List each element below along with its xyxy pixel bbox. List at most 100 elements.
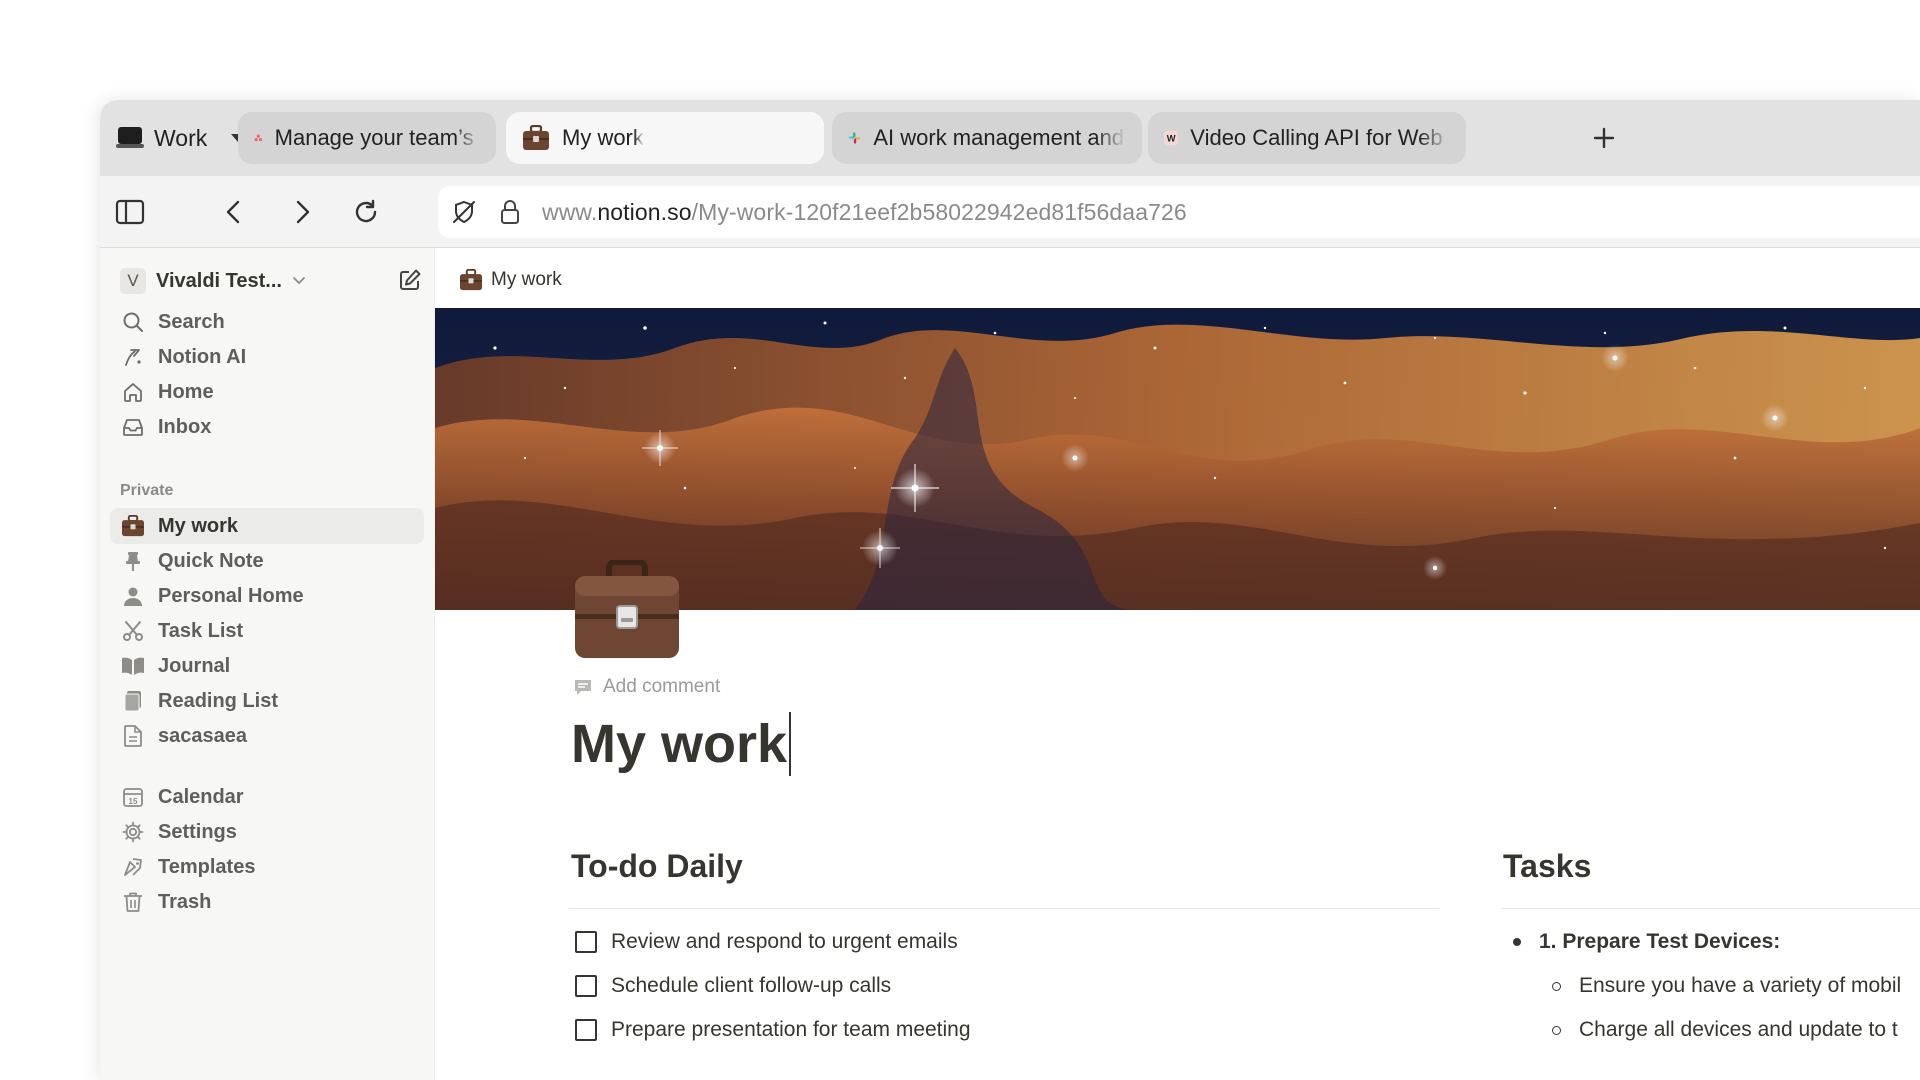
- todo-item[interactable]: Schedule client follow-up calls: [575, 968, 891, 1004]
- reload-icon: [355, 199, 377, 223]
- add-comment-label: Add comment: [603, 676, 721, 697]
- sidebar-item-quick-note[interactable]: Quick Note: [110, 543, 424, 579]
- todo-checkbox[interactable]: [575, 931, 597, 953]
- sidebar-item-label: sacasaea: [158, 724, 247, 747]
- back-button[interactable]: [216, 194, 252, 230]
- sidebar-item-calendar[interactable]: 15 Calendar: [110, 779, 424, 815]
- sidebar-item-personal-home[interactable]: Personal Home: [110, 578, 424, 614]
- briefcase-icon: [523, 125, 549, 150]
- workspace-switcher[interactable]: Work: [116, 114, 246, 162]
- sidebar-item-label: Home: [158, 380, 214, 403]
- sidebar-item-trash[interactable]: Trash: [110, 884, 424, 920]
- inbox-icon: [120, 414, 146, 440]
- breadcrumb[interactable]: My work: [459, 262, 562, 298]
- sidebar-item-label: Search: [158, 310, 225, 333]
- sidebar-item-label: My work: [158, 514, 239, 537]
- sidebar-item-label: Journal: [158, 654, 231, 677]
- sidebar-item-reading-list[interactable]: Reading List: [110, 683, 424, 719]
- briefcase-icon: [575, 559, 679, 658]
- task-subitem[interactable]: Ensure you have a variety of mobil: [1552, 968, 1901, 1004]
- sidebar-item-label: Quick Note: [158, 549, 264, 572]
- sidebar-item-label: Templates: [158, 855, 256, 878]
- todo-text: Review and respond to urgent emails: [611, 930, 958, 953]
- notion-sidebar: V Vivaldi Test... Search Notion AI Home …: [100, 248, 435, 1080]
- sidebar-item-my-work[interactable]: My work: [110, 508, 424, 544]
- sidebar-item-inbox[interactable]: Inbox: [110, 409, 424, 445]
- task-subitem-text: Ensure you have a variety of mobil: [1579, 974, 1902, 997]
- notion-ai-icon: [120, 344, 146, 370]
- sidebar-item-label: Calendar: [158, 785, 244, 808]
- new-page-button[interactable]: [398, 268, 422, 297]
- whereby-icon: W: [1164, 130, 1179, 146]
- todo-heading[interactable]: To-do Daily: [571, 848, 743, 885]
- bullet-ring: [1552, 1025, 1561, 1035]
- url-text[interactable]: www.notion.so/My-work-120f21eef2b5802294…: [542, 199, 1187, 226]
- chevron-down-icon: [293, 277, 305, 285]
- navigation-bar: www.notion.so/My-work-120f21eef2b5802294…: [100, 176, 1920, 248]
- slack-icon: [849, 132, 861, 144]
- sidebar-item-templates[interactable]: Templates: [110, 849, 424, 885]
- search-icon: [120, 309, 146, 335]
- sidebar-item-journal[interactable]: Journal: [110, 648, 424, 684]
- asana-icon: [254, 134, 263, 142]
- briefcase-icon: [460, 269, 482, 291]
- task-text: 1. Prepare Test Devices:: [1539, 930, 1781, 953]
- task-subitem[interactable]: Charge all devices and update to t: [1552, 1012, 1898, 1048]
- reload-button[interactable]: [348, 194, 384, 230]
- chevron-right-icon: [296, 200, 310, 224]
- workspace-name: Vivaldi Test...: [156, 269, 282, 292]
- tab-whereby[interactable]: W Video Calling API for Web and Mobile |…: [1148, 112, 1466, 164]
- tab-label: My work: [562, 125, 644, 150]
- shield-off-icon: [453, 200, 475, 224]
- books-icon: [120, 688, 146, 714]
- tab-my-work[interactable]: My work: [506, 112, 824, 164]
- sidebar-item-task-list[interactable]: Task List: [110, 613, 424, 649]
- sidebar-item-label: Personal Home: [158, 584, 304, 607]
- todo-text: Schedule client follow-up calls: [611, 974, 892, 997]
- url-path: /My-work-120f21eef2b58022942ed81f56daa72…: [691, 198, 1187, 225]
- url-prefix: www.: [542, 198, 598, 225]
- new-tab-button[interactable]: [1588, 122, 1620, 154]
- todo-divider: [569, 908, 1439, 909]
- workspace-name: Work: [154, 124, 208, 151]
- add-comment-button[interactable]: Add comment: [573, 676, 720, 698]
- bullet-dot: [1513, 938, 1521, 946]
- trash-icon: [120, 889, 146, 915]
- sidebar-item-sacasaea[interactable]: sacasaea: [110, 718, 424, 754]
- pushpin-icon: [120, 548, 146, 574]
- tasks-divider: [1501, 908, 1920, 909]
- sidebar-item-home[interactable]: Home: [110, 374, 424, 410]
- tasks-heading[interactable]: Tasks: [1503, 848, 1591, 885]
- tab-label: Video Calling API for Web and Mobile | W…: [1190, 125, 1450, 150]
- home-icon: [120, 379, 146, 405]
- todo-checkbox[interactable]: [575, 975, 597, 997]
- address-bar[interactable]: www.notion.so/My-work-120f21eef2b5802294…: [438, 186, 1920, 238]
- sidebar-item-settings[interactable]: Settings: [110, 814, 424, 850]
- page-title-text: My work: [571, 714, 788, 774]
- tracker-blocker-button[interactable]: [444, 192, 484, 232]
- tab-label: Manage your team’s work, projects, & tas…: [274, 125, 480, 150]
- page-title[interactable]: My work: [571, 712, 792, 776]
- breadcrumb-label: My work: [491, 269, 562, 290]
- task-bullet-item[interactable]: 1. Prepare Test Devices:: [1513, 924, 1780, 960]
- laptop-icon: [116, 127, 144, 149]
- plus-icon: [1593, 127, 1615, 149]
- todo-item[interactable]: Review and respond to urgent emails: [575, 924, 958, 960]
- text-cursor: [789, 712, 792, 776]
- sidebar-item-label: Notion AI: [158, 345, 247, 368]
- briefcase-icon: [120, 513, 146, 539]
- page-emoji-icon[interactable]: [573, 559, 681, 660]
- sidebar-item-label: Task List: [158, 619, 244, 642]
- forward-button[interactable]: [284, 194, 320, 230]
- tab-asana[interactable]: Manage your team’s work, projects, & tas…: [238, 112, 496, 164]
- sidebar-item-search[interactable]: Search: [110, 304, 424, 340]
- todo-checkbox[interactable]: [575, 1019, 597, 1041]
- todo-text: Prepare presentation for team meeting: [611, 1018, 971, 1041]
- sidebar-panel-icon: [115, 199, 145, 225]
- todo-item[interactable]: Prepare presentation for team meeting: [575, 1012, 971, 1048]
- workspace-menu[interactable]: V Vivaldi Test...: [120, 262, 422, 300]
- tab-slack[interactable]: AI work management and productivity tool…: [832, 112, 1142, 164]
- panel-toggle-button[interactable]: [112, 194, 148, 230]
- sidebar-item-notion-ai[interactable]: Notion AI: [110, 339, 424, 375]
- open-book-icon: [120, 653, 146, 679]
